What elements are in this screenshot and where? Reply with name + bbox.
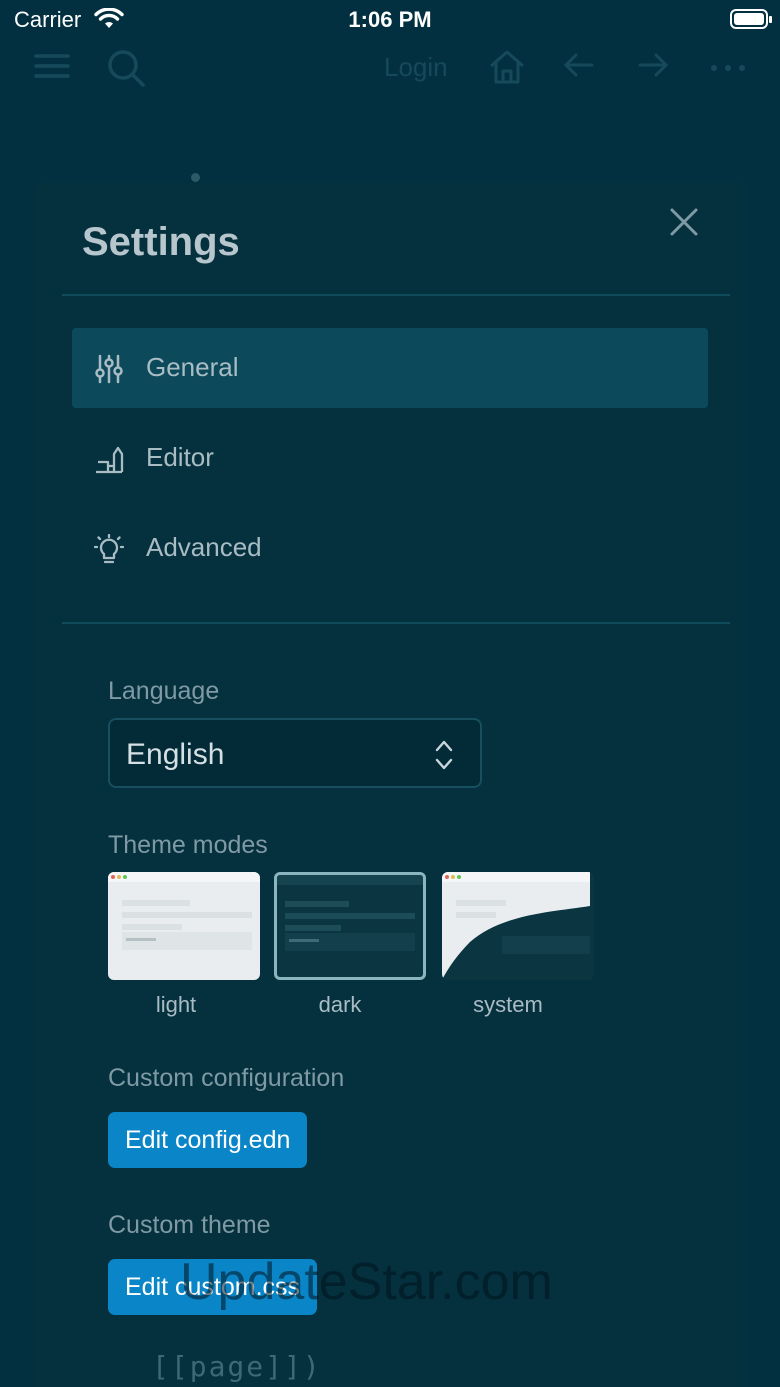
chevron-up-down-icon	[435, 740, 453, 770]
back-arrow-icon[interactable]	[562, 48, 596, 82]
theme-option-dark[interactable]	[274, 872, 426, 980]
nav-label-general: General	[146, 352, 239, 382]
custom-configuration-label: Custom configuration	[108, 1064, 345, 1092]
watermark: UpdateStar.com	[180, 1253, 553, 1311]
editor-icon	[96, 446, 124, 474]
close-icon[interactable]	[664, 202, 704, 242]
theme-option-light[interactable]	[108, 872, 260, 980]
language-selected-value: English	[126, 738, 225, 771]
menu-icon[interactable]	[34, 48, 70, 84]
nav-label-advanced: Advanced	[146, 532, 262, 562]
nav-item-editor[interactable]: Editor	[72, 418, 708, 498]
edit-config-button[interactable]: Edit config.edn	[108, 1112, 308, 1168]
more-icon[interactable]	[710, 48, 746, 84]
status-time: 1:06 PM	[348, 7, 432, 32]
battery-icon	[730, 9, 772, 29]
nav-item-advanced[interactable]: Advanced	[72, 508, 708, 588]
theme-option-system[interactable]	[442, 872, 594, 980]
background-dot	[191, 173, 200, 182]
light-theme-preview	[108, 872, 260, 950]
header-divider	[62, 294, 730, 296]
top-toolbar: Login	[0, 40, 780, 100]
settings-modal: Settings General Editor Advanced Languag…	[34, 182, 748, 1387]
theme-modes-label: Theme modes	[108, 831, 268, 859]
lightbulb-icon	[94, 534, 124, 564]
login-link[interactable]: Login	[384, 52, 448, 83]
modal-title: Settings	[82, 220, 240, 264]
sliders-icon	[95, 354, 123, 384]
search-icon[interactable]	[106, 48, 146, 88]
nav-divider	[62, 622, 730, 624]
system-theme-preview	[442, 872, 590, 980]
home-icon[interactable]	[488, 48, 526, 86]
background-page-text: [[page]])	[152, 1350, 322, 1383]
theme-caption-dark: dark	[318, 992, 362, 1017]
language-select[interactable]: English	[108, 718, 482, 788]
custom-theme-label: Custom theme	[108, 1211, 271, 1239]
language-label: Language	[108, 677, 220, 705]
nav-label-editor: Editor	[146, 442, 214, 472]
dark-theme-preview	[277, 875, 423, 951]
nav-item-general[interactable]: General	[72, 328, 708, 408]
theme-caption-system: system	[473, 992, 543, 1017]
theme-caption-light: light	[155, 992, 197, 1017]
status-bar: Carrier 1:06 PM	[0, 0, 780, 40]
forward-arrow-icon[interactable]	[636, 48, 670, 82]
